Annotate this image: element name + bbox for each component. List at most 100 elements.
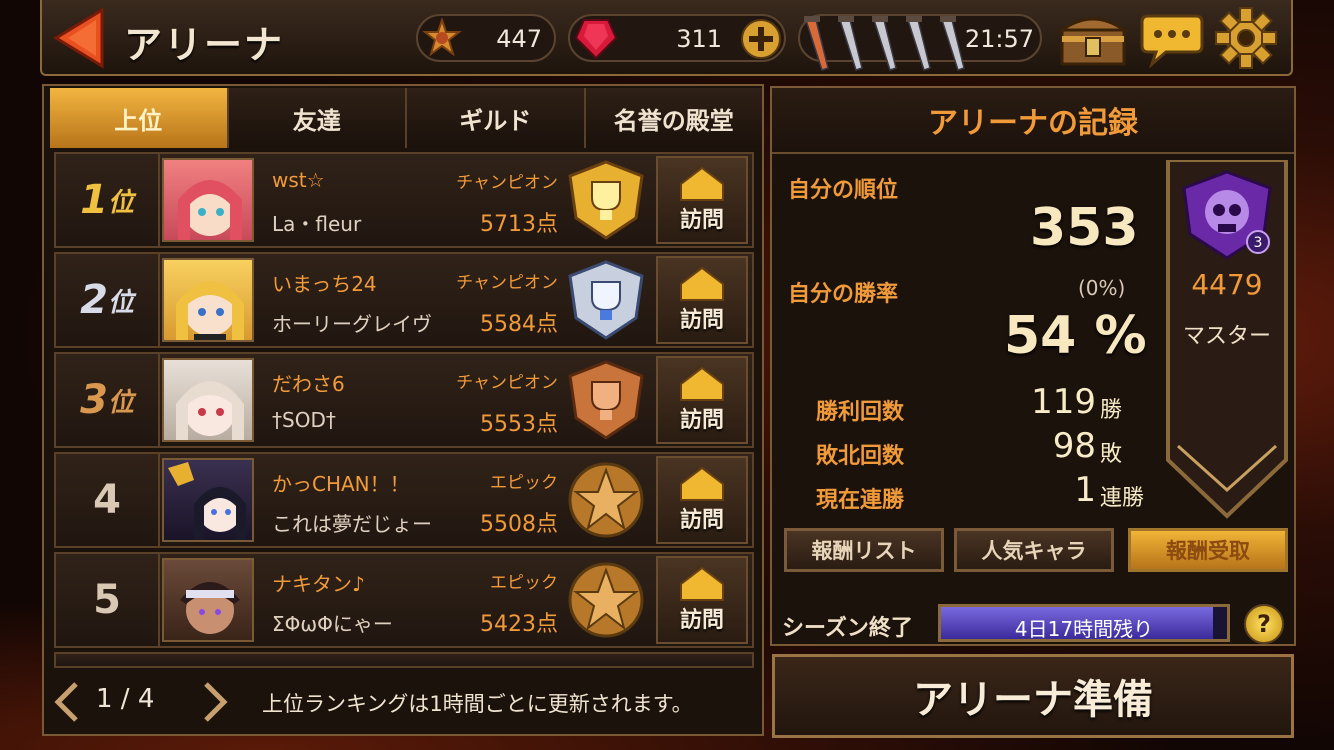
back-arrow-icon[interactable] (52, 6, 104, 70)
streak-label: 現在連勝 (816, 488, 905, 513)
claim-rewards-button[interactable]: 報酬受取 (1128, 528, 1288, 572)
player-name: ナキタン♪ (272, 572, 365, 596)
losses-label: 敗北回数 (816, 444, 905, 469)
tab-top[interactable]: 上位 (50, 88, 229, 148)
champion-gold-trophy-icon (568, 160, 644, 240)
tier-label: エピック (490, 473, 558, 493)
streak-unit: 連勝 (1100, 486, 1145, 511)
rewards-list-button[interactable]: 報酬リスト (784, 528, 944, 572)
ranking-row[interactable]: 4 かっCHAN！！ これは夢だじょー エピック 5508点 訪問 (54, 452, 754, 548)
rank-number: 3位 (56, 354, 160, 446)
guild-name: ΣΦωΦにゃー (272, 612, 393, 636)
medal-counter: 447 (416, 14, 556, 62)
avatar (162, 258, 254, 342)
tier-label: エピック (490, 573, 558, 593)
player-name: だわさ6 (272, 372, 345, 396)
master-skull-emblem-icon: 3 (1182, 170, 1272, 260)
arena-prepare-button[interactable]: アリーナ準備 (772, 654, 1294, 738)
season-progress-bar: 4日17時間残り (938, 604, 1230, 642)
ranking-row[interactable]: 1位 wst☆ La・fleur チャンピオン 5713点 訪問 (54, 152, 754, 248)
score: 5584点 (480, 312, 558, 337)
next-page-icon[interactable] (202, 682, 228, 722)
avatar (162, 358, 254, 442)
guild-name: これは夢だじょー (272, 512, 432, 536)
rank-number: 2位 (56, 254, 160, 346)
sword-stamina-icons (804, 16, 965, 71)
tier-label: チャンピオン (456, 273, 558, 293)
ranking-footer: 1 / 4 上位ランキングは1時間ごとに更新されます。 (50, 672, 762, 732)
tab-guild[interactable]: ギルド (407, 88, 586, 148)
tier-label: チャンピオン (456, 373, 558, 393)
ranking-row[interactable]: 3位 だわさ6 †SOD† チャンピオン 5553点 訪問 (54, 352, 754, 448)
player-name: かっCHAN！！ (272, 472, 410, 496)
previous-page-icon[interactable] (54, 682, 80, 722)
win-rate-value: 54 % (1004, 306, 1147, 366)
avatar (162, 558, 254, 642)
guild-name: ホーリーグレイヴ (272, 312, 432, 336)
player-name: wst☆ (272, 168, 325, 192)
score: 5553点 (480, 412, 558, 437)
season-end-label: シーズン終了 (782, 616, 913, 641)
wins-value: 119 (1031, 382, 1096, 422)
rank-number: 1位 (56, 154, 160, 246)
champion-silver-trophy-icon (568, 260, 644, 340)
league-banner: 3 4479 マスター (1164, 160, 1290, 590)
wins-label: 勝利回数 (816, 400, 905, 425)
epic-star-emblem-icon (568, 462, 644, 538)
ranking-update-note: 上位ランキングは1時間ごとに更新されます。 (262, 692, 693, 716)
top-bar: アリーナ 447 311 21:57 (40, 0, 1293, 76)
ranking-row-partial[interactable] (54, 652, 754, 668)
win-rate-label: 自分の勝率 (788, 282, 899, 307)
medal-icon (422, 18, 462, 57)
epic-star-emblem-icon (568, 562, 644, 638)
guild-name: La・fleur (272, 212, 362, 236)
tab-friends[interactable]: 友達 (228, 88, 407, 148)
house-icon (680, 466, 724, 501)
chat-bubble-icon[interactable] (1140, 8, 1204, 68)
record-title: アリーナの記録 (772, 88, 1294, 154)
rank-number: 5 (56, 554, 160, 646)
ranking-panel: 上位 友達 ギルド 名誉の殿堂 1位 wst☆ La・fleur チャンピオン … (42, 84, 764, 736)
add-gems-icon[interactable] (740, 18, 782, 60)
champion-bronze-trophy-icon (568, 360, 644, 440)
avatar (162, 158, 254, 242)
score: 5423点 (480, 612, 558, 637)
visit-button[interactable]: 訪問 (656, 356, 748, 444)
arena-record-panel: アリーナの記録 自分の順位 353 自分の勝率 (0%) 54 % 勝利回数 1… (770, 86, 1296, 646)
guild-name: †SOD† (272, 408, 336, 432)
rank-number: 4 (56, 454, 160, 546)
medal-count: 447 (496, 25, 542, 53)
losses-unit: 敗 (1100, 442, 1123, 467)
popular-characters-button[interactable]: 人気キャラ (954, 528, 1114, 572)
streak-value: 1 (1074, 470, 1096, 510)
my-rank-value: 353 (1030, 198, 1139, 258)
league-points: 4479 (1191, 268, 1263, 301)
losses-value: 98 (1052, 426, 1096, 466)
visit-button[interactable]: 訪問 (656, 156, 748, 244)
ranking-tabs: 上位 友達 ギルド 名誉の殿堂 (50, 88, 762, 148)
settings-gear-icon[interactable] (1214, 6, 1278, 70)
wins-unit: 勝 (1100, 398, 1123, 423)
ranking-row[interactable]: 5 ナキタン♪ ΣΦωΦにゃー エピック 5423点 訪問 (54, 552, 754, 648)
visit-button[interactable]: 訪問 (656, 256, 748, 344)
house-icon (680, 566, 724, 601)
help-icon[interactable]: ? (1244, 604, 1284, 644)
stamina-timer: 21:57 (964, 25, 1034, 53)
player-name: いまっち24 (272, 272, 377, 296)
page-indicator: 1 / 4 (96, 684, 155, 714)
visit-button[interactable]: 訪問 (656, 556, 748, 644)
score: 5713点 (480, 212, 558, 237)
ranking-row[interactable]: 2位 いまっち24 ホーリーグレイヴ チャンピオン 5584点 訪問 (54, 252, 754, 348)
score: 5508点 (480, 512, 558, 537)
house-icon (680, 366, 724, 401)
season-remaining: 4日17時間残り (1014, 617, 1154, 641)
visit-button[interactable]: 訪問 (656, 456, 748, 544)
tab-hall-of-fame[interactable]: 名誉の殿堂 (585, 88, 762, 148)
avatar (162, 458, 254, 542)
house-icon (680, 266, 724, 301)
gem-count: 311 (676, 25, 722, 53)
my-rank-label: 自分の順位 (788, 178, 899, 203)
league-name: マスター (1182, 324, 1271, 349)
treasure-chest-icon[interactable] (1058, 8, 1128, 68)
page-title: アリーナ (124, 23, 285, 67)
